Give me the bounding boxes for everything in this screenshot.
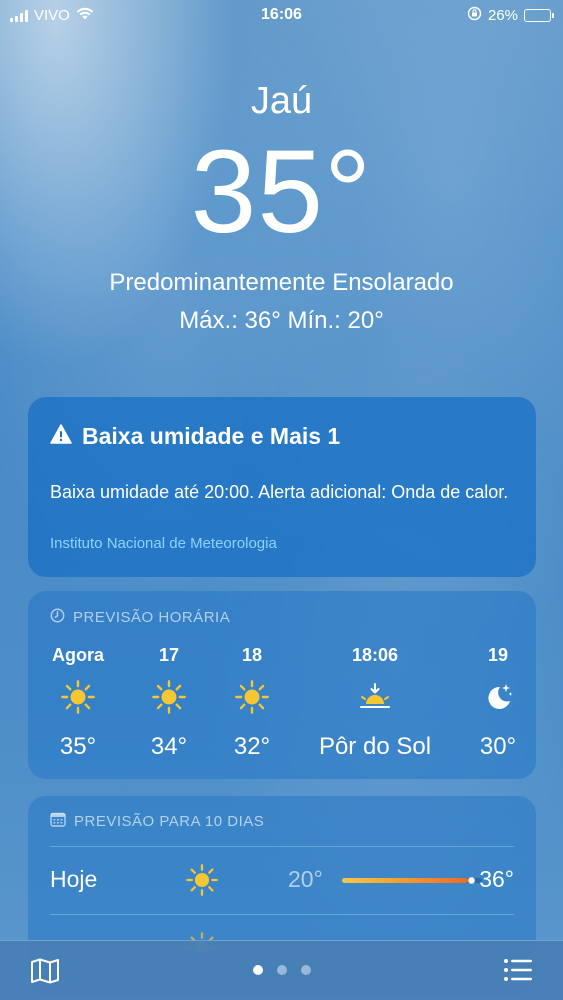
divider (50, 914, 514, 915)
hour-time: 18 (241, 645, 263, 665)
page-indicator[interactable] (0, 965, 563, 975)
bottom-toolbar (0, 940, 563, 1000)
warning-icon (50, 423, 72, 450)
hour-time: 18:06 (351, 645, 399, 665)
day-min-temp: 20° (288, 866, 323, 892)
alert-body: Baixa umidade até 20:00. Alerta adiciona… (50, 482, 509, 502)
hourly-forecast-card[interactable]: PREVISÃO HORÁRIA Agora 35° 17 34° 18 32°… (28, 591, 536, 779)
current-temperature: 35° (190, 126, 373, 258)
sun-icon (186, 864, 218, 901)
hour-item: 18 32° (207, 645, 297, 761)
status-right: 26% (467, 6, 554, 25)
battery-icon (524, 9, 554, 22)
daily-section-header: PREVISÃO PARA 10 DIAS (50, 812, 264, 831)
sunset-icon (305, 675, 445, 719)
hour-temp: 35° (59, 733, 97, 760)
daily-section-label: PREVISÃO PARA 10 DIAS (74, 813, 265, 830)
temperature-range-fill (342, 878, 468, 883)
day-row[interactable]: Hoje 20° 36° (50, 856, 514, 902)
moon-stars-icon (453, 675, 543, 719)
sun-icon (33, 675, 123, 719)
hour-item: Agora 35° (33, 645, 123, 761)
list-icon[interactable] (503, 958, 533, 987)
hour-temp: 30° (479, 733, 517, 760)
battery-percent: 26% (487, 7, 518, 24)
hour-temp: Pôr do Sol (318, 733, 432, 760)
current-weather: Jaú 35° Predominantemente Ensolarado Máx… (0, 80, 563, 335)
hour-time: 19 (487, 645, 509, 665)
hour-time: 17 (158, 645, 180, 665)
divider (50, 846, 514, 847)
clock-icon (50, 608, 65, 627)
day-max-temp: 36° (479, 866, 514, 892)
calendar-icon (50, 812, 66, 831)
weather-alert-card[interactable]: Baixa umidade e Mais 1 Baixa umidade até… (28, 397, 536, 577)
status-bar: VIVO 16:06 26% (0, 0, 563, 32)
hour-time: Agora (51, 645, 104, 665)
hour-item: 18:06 Pôr do Sol (305, 645, 445, 761)
hour-item: 17 34° (124, 645, 214, 761)
sun-icon (124, 675, 214, 719)
hourly-section-header: PREVISÃO HORÁRIA (50, 608, 230, 627)
page-dot[interactable] (276, 965, 287, 975)
day-name: Hoje (50, 866, 98, 892)
alert-source-link[interactable]: Instituto Nacional de Meteorologia (50, 535, 277, 552)
condition-text: Predominantemente Ensolarado (109, 269, 454, 296)
city-name: Jaú (250, 80, 313, 122)
alert-title: Baixa umidade e Mais 1 (50, 423, 340, 450)
rotation-lock-icon (467, 6, 482, 25)
hour-item: 19 30° (453, 645, 543, 761)
current-temp-indicator (467, 877, 475, 884)
sun-icon (207, 675, 297, 719)
temperature-range-bar (342, 877, 482, 884)
page-dot[interactable] (300, 965, 311, 975)
hour-temp: 32° (233, 733, 271, 760)
hourly-section-label: PREVISÃO HORÁRIA (73, 609, 231, 626)
hour-temp: 34° (150, 733, 188, 760)
alert-title-text: Baixa umidade e Mais 1 (82, 423, 341, 449)
high-low-text: Máx.: 36° Mín.: 20° (179, 307, 384, 334)
page-dot[interactable] (252, 965, 263, 975)
